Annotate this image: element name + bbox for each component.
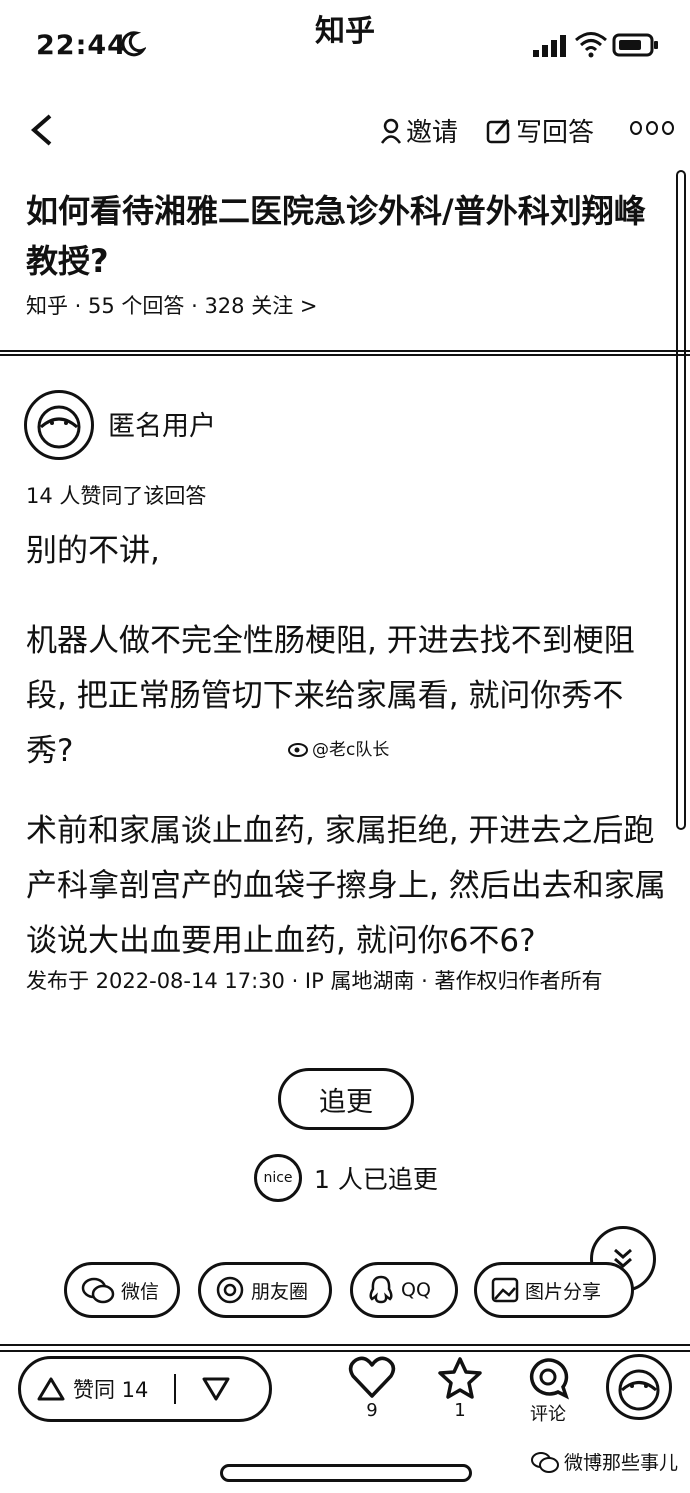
- comment-button[interactable]: 评论: [520, 1356, 576, 1426]
- back-button[interactable]: [24, 110, 64, 150]
- anonymous-avatar-icon: [618, 1369, 660, 1411]
- question-title[interactable]: 如何看待湘雅二医院急诊外科/普外科刘翔峰教授?: [26, 186, 666, 286]
- downvote-button[interactable]: [202, 1376, 230, 1402]
- share-moments-label: 朋友圈: [251, 1280, 309, 1303]
- home-indicator[interactable]: [220, 1464, 472, 1482]
- follow-updates-button[interactable]: 追更: [278, 1068, 414, 1130]
- anonymous-avatar-icon: [37, 405, 81, 449]
- triangle-up-icon: [37, 1377, 65, 1401]
- moments-icon: [216, 1276, 244, 1304]
- weibo-watermark: @老c队长: [288, 735, 389, 760]
- like-button[interactable]: 9: [344, 1356, 400, 1421]
- follower-avatar: nice: [254, 1154, 302, 1202]
- weibo-icon: [288, 742, 308, 757]
- scrollbar[interactable]: [676, 170, 686, 830]
- triangle-down-icon: [202, 1377, 230, 1401]
- upvote-button[interactable]: 赞同 14: [37, 1374, 148, 1404]
- action-bar-divider: [0, 1344, 690, 1352]
- wechat-icon: [81, 1277, 115, 1304]
- person-icon: [380, 118, 402, 144]
- image-icon: [491, 1277, 519, 1303]
- author-name[interactable]: 匿名用户: [108, 404, 216, 443]
- share-wechat-label: 微信: [121, 1280, 160, 1303]
- favorite-count: 1: [454, 1400, 466, 1421]
- answer-paragraph: 别的不讲,: [26, 533, 160, 569]
- more-dot-icon: [630, 121, 642, 135]
- comment-label: 评论: [530, 1404, 566, 1425]
- like-count: 9: [366, 1400, 378, 1421]
- author-avatar-button[interactable]: [606, 1354, 672, 1420]
- vote-separator: [174, 1374, 177, 1404]
- invite-label: 邀请: [406, 118, 459, 148]
- question-meta[interactable]: 知乎 · 55 个回答 · 328 关注 >: [26, 290, 317, 320]
- header-divider: [0, 350, 690, 356]
- vote-label: 赞同 14: [73, 1378, 149, 1402]
- heart-icon: [348, 1356, 396, 1398]
- share-image-label: 图片分享: [525, 1280, 602, 1303]
- share-qq-button[interactable]: QQ: [350, 1262, 458, 1318]
- chevron-left-icon: [30, 114, 52, 146]
- comment-icon: [530, 1358, 569, 1400]
- share-image-button[interactable]: 图片分享: [474, 1262, 634, 1318]
- favorite-button[interactable]: 1: [432, 1356, 488, 1421]
- more-dot-icon: [646, 121, 658, 135]
- signal-icon: [532, 34, 568, 62]
- share-qq-label: QQ: [401, 1279, 431, 1301]
- footer-watermark: 微博那些事儿: [530, 1448, 678, 1475]
- answer-paragraph: 术前和家属谈止血药, 家属拒绝, 开进去之后跑产科拿剖宫产的血袋子擦身上, 然后…: [26, 813, 666, 959]
- write-answer-button[interactable]: 写回答: [486, 112, 594, 149]
- avatar[interactable]: [24, 390, 94, 460]
- followers-row: nice 1 人已追更: [254, 1154, 438, 1202]
- wechat-icon: [531, 1451, 559, 1473]
- write-answer-label: 写回答: [516, 118, 595, 148]
- followers-count: 1 人已追更: [314, 1165, 438, 1194]
- qq-icon: [369, 1275, 393, 1304]
- battery-icon: [612, 32, 660, 62]
- watermark-text: @老c队长: [312, 740, 390, 760]
- more-button[interactable]: [630, 116, 674, 140]
- star-icon: [438, 1357, 482, 1399]
- share-wechat-button[interactable]: 微信: [64, 1262, 180, 1318]
- vote-pill: 赞同 14: [18, 1356, 272, 1422]
- publish-info: 发布于 2022-08-14 17:30 · IP 属地湖南 · 著作权归作者所…: [26, 969, 603, 993]
- edit-icon: [486, 118, 510, 143]
- more-dot-icon: [662, 121, 674, 135]
- footer-watermark-text: 微博那些事儿: [564, 1452, 679, 1474]
- share-moments-button[interactable]: 朋友圈: [198, 1262, 332, 1318]
- wifi-icon: [574, 30, 608, 62]
- vote-summary: 14 人赞同了该回答: [26, 484, 207, 508]
- invite-button[interactable]: 邀请: [380, 112, 458, 149]
